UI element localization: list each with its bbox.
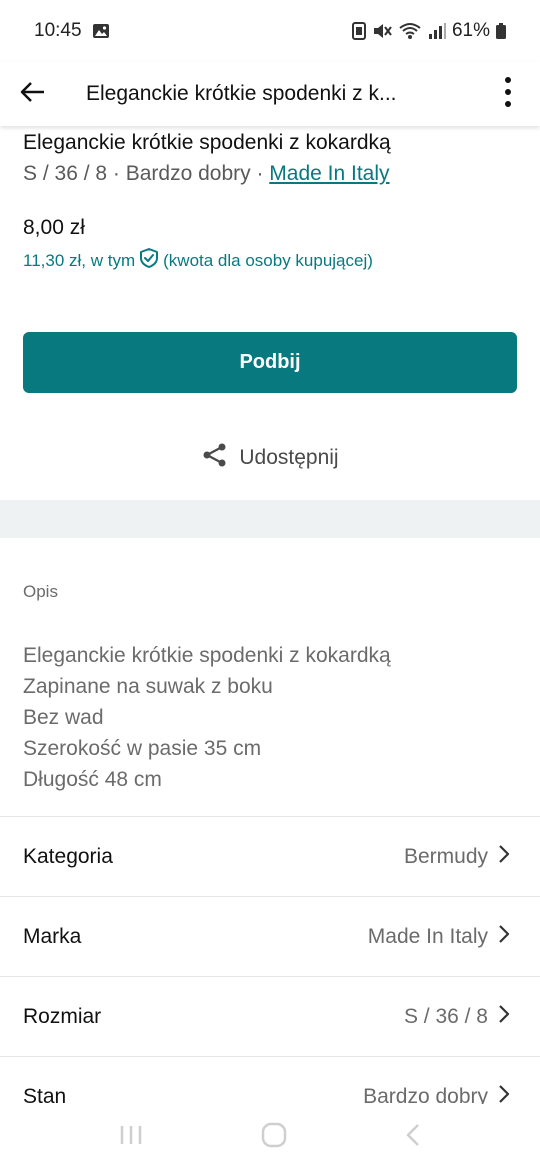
detail-label: Kategoria bbox=[23, 844, 113, 868]
gallery-notification-icon bbox=[92, 23, 110, 39]
status-time: 10:45 bbox=[34, 20, 82, 41]
section-divider bbox=[0, 500, 540, 538]
back-button[interactable] bbox=[0, 62, 64, 126]
chevron-right-icon bbox=[498, 1004, 510, 1029]
content: Eleganckie krótkie spodenki z kokardką S… bbox=[0, 126, 540, 1104]
share-icon bbox=[201, 441, 229, 475]
detail-label: Marka bbox=[23, 924, 82, 948]
buyer-price-amount: 11,30 zł, w tym bbox=[23, 250, 136, 270]
item-title: Eleganckie krótkie spodenki z kokardką bbox=[23, 131, 391, 154]
status-left: 10:45 bbox=[34, 20, 110, 42]
chevron-right-icon bbox=[498, 844, 510, 869]
description-line: Bez wad bbox=[23, 706, 104, 729]
detail-row-size[interactable]: Rozmiar S / 36 / 8 bbox=[0, 976, 540, 1056]
detail-row-brand[interactable]: Marka Made In Italy bbox=[0, 896, 540, 976]
detail-value: Made In Italy bbox=[367, 924, 488, 948]
battery-level: 61% bbox=[451, 20, 490, 41]
detail-label: Rozmiar bbox=[23, 1004, 102, 1028]
mute-icon bbox=[372, 22, 392, 40]
chevron-right-icon bbox=[498, 924, 510, 949]
description-line: Długość 48 cm bbox=[23, 768, 162, 791]
description-text: Eleganckie krótkie spodenki z kokardką Z… bbox=[23, 640, 391, 795]
buyer-price[interactable]: 11,30 zł, w tym (kwota dla osoby kupując… bbox=[23, 247, 373, 274]
home-button[interactable] bbox=[260, 1121, 288, 1154]
detail-value: S / 36 / 8 bbox=[403, 1004, 488, 1028]
recent-apps-button[interactable] bbox=[118, 1123, 144, 1152]
more-vertical-icon bbox=[505, 76, 511, 112]
detail-value: Bermudy bbox=[403, 844, 488, 868]
status-bar: 10:45 61% bbox=[0, 0, 540, 62]
description-line: Eleganckie krótkie spodenki z kokardką bbox=[23, 644, 391, 667]
detail-row-category[interactable]: Kategoria Bermudy bbox=[0, 816, 540, 896]
size-condition: S / 36 / 8 · Bardzo dobry · bbox=[23, 162, 270, 185]
chevron-right-icon bbox=[498, 1084, 510, 1104]
battery-icon bbox=[496, 23, 506, 39]
nfc-icon bbox=[351, 22, 366, 40]
buyer-price-note: (kwota dla osoby kupującej) bbox=[163, 250, 373, 270]
more-options-button[interactable] bbox=[476, 62, 540, 126]
system-nav-bar bbox=[0, 1104, 540, 1170]
detail-value: Bardzo dobry bbox=[363, 1084, 488, 1105]
page-title: Eleganckie krótkie spodenki z k... bbox=[86, 82, 397, 105]
status-right: 61% bbox=[351, 20, 506, 42]
signal-icon bbox=[428, 22, 446, 40]
item-price: 8,00 zł bbox=[23, 216, 85, 239]
detail-label: Stan bbox=[23, 1084, 67, 1105]
share-button[interactable]: Udostępnij bbox=[0, 440, 540, 476]
description-line: Zapinane na suwak z boku bbox=[23, 675, 273, 698]
system-back-button[interactable] bbox=[404, 1122, 422, 1153]
bump-button[interactable]: Podbij bbox=[23, 332, 517, 393]
wifi-icon bbox=[398, 22, 422, 40]
arrow-left-icon bbox=[19, 81, 45, 108]
detail-row-condition[interactable]: Stan Bardzo dobry bbox=[0, 1056, 540, 1104]
shield-check-icon bbox=[138, 247, 160, 274]
description-label: Opis bbox=[23, 582, 58, 601]
item-summary: S / 36 / 8 · Bardzo dobry · Made In Ital… bbox=[23, 162, 390, 186]
share-label: Udostępnij bbox=[239, 446, 339, 469]
brand-link[interactable]: Made In Italy bbox=[269, 162, 389, 185]
app-bar: Eleganckie krótkie spodenki z k... bbox=[0, 62, 540, 126]
description-line: Szerokość w pasie 35 cm bbox=[23, 737, 262, 760]
